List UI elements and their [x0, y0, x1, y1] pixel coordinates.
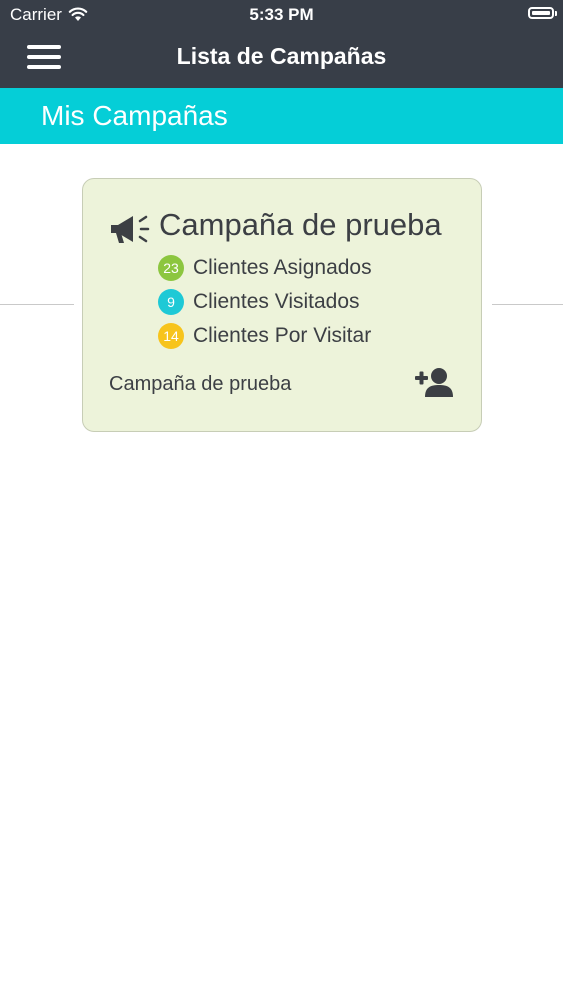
top-bar: Carrier 5:33 PM Lista de Campañas	[0, 0, 563, 88]
divider-right	[492, 304, 563, 305]
count-badge: 14	[158, 323, 184, 349]
count-badge: 23	[158, 255, 184, 281]
megaphone-icon	[111, 215, 150, 243]
stat-label: Clientes Por Visitar	[193, 324, 372, 347]
page-title: Lista de Campañas	[176, 43, 387, 69]
count-badge: 9	[158, 289, 184, 315]
divider-left	[0, 304, 74, 305]
section-title: Mis Campañas	[41, 100, 228, 131]
status-bar: Carrier 5:33 PM	[0, 0, 563, 30]
stat-label: Clientes Visitados	[193, 290, 360, 313]
add-user-icon[interactable]	[415, 367, 457, 399]
campaign-card[interactable]: Campaña de prueba 23 Clientes Asignados …	[82, 178, 482, 432]
stat-label: Clientes Asignados	[193, 256, 372, 279]
campaign-footer-text: Campaña de prueba	[109, 373, 292, 395]
clock: 5:33 PM	[249, 5, 314, 24]
campaign-title: Campaña de prueba	[159, 207, 442, 242]
battery-icon	[528, 7, 557, 19]
